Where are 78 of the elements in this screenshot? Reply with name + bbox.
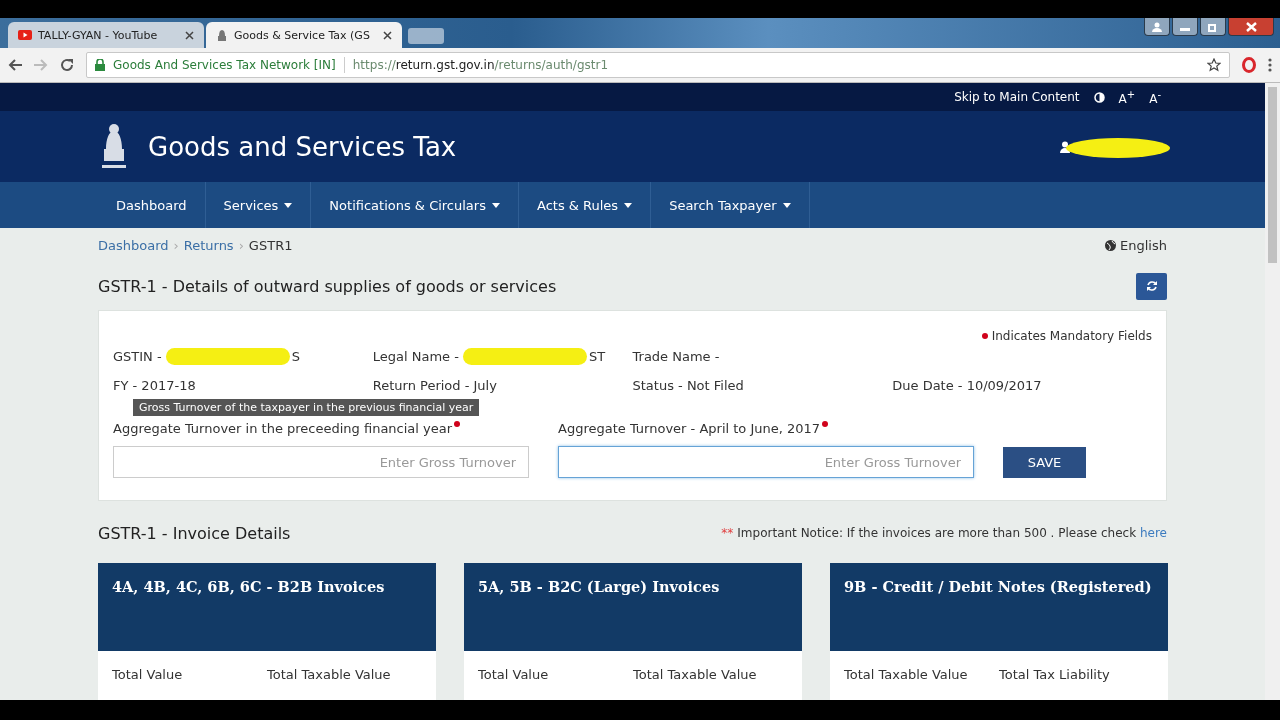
back-icon[interactable]: [8, 59, 22, 71]
font-increase-button[interactable]: A$^{+}$: [1118, 88, 1136, 106]
detail-text: S: [291, 349, 300, 364]
page-title: GSTR-1 - Details of outward supplies of goods or services: [98, 276, 557, 296]
skip-link[interactable]: Skip to Main Content: [954, 90, 1080, 104]
restore-icon: [1208, 21, 1218, 32]
column-label: Total Taxable Value: [267, 667, 392, 682]
column-label: Total Taxable Value: [844, 667, 969, 682]
close-icon: [1245, 21, 1257, 32]
field-label: Aggregate Turnover - April to June, 2017: [558, 421, 821, 436]
nav-item[interactable]: Services: [205, 182, 312, 228]
nav-item[interactable]: Acts & Rules: [518, 182, 652, 228]
card-title: 5A, 5B - B2C (Large) Invoices: [464, 563, 802, 651]
contrast-icon[interactable]: [1093, 91, 1105, 103]
globe-icon: [1105, 239, 1117, 251]
turnover-field[interactable]: Enter Gross Turnover: [558, 446, 974, 478]
user-button[interactable]: [1144, 18, 1170, 36]
refresh-icon: [1145, 280, 1158, 292]
nav-item[interactable]: Search Taxpayer: [651, 182, 810, 228]
detail-text: Status - Not Filed: [632, 378, 744, 393]
card-title: 9B - Credit / Debit Notes (Registered): [830, 563, 1168, 651]
close-button[interactable]: [1228, 18, 1274, 36]
required-dot: [454, 421, 461, 427]
turnover-field[interactable]: Enter Gross Turnover: [113, 446, 529, 478]
minimize-icon: [1180, 28, 1190, 31]
column-label: Total Value: [112, 667, 184, 682]
detail-text: Due Date - 10/09/2017: [892, 378, 1042, 393]
emblem-icon: [216, 29, 228, 41]
notice-text: ** Important Notice: If the invoices are more than 500 . Please check here: [721, 526, 1167, 540]
close-icon[interactable]: [383, 30, 392, 40]
tooltip: Gross Turnover of the taxpayer in the previous financial year: [133, 399, 480, 416]
reload-icon[interactable]: [60, 58, 74, 72]
required-dot: [822, 421, 829, 427]
lock-icon: [95, 59, 105, 71]
opera-icon[interactable]: [1242, 57, 1256, 73]
site-title: Goods and Services Tax: [148, 131, 458, 162]
refresh-button[interactable]: [1136, 272, 1167, 300]
card-title: 4A, 4B, 4C, 6B, 6C - B2B Invoices: [98, 563, 436, 651]
field-label: Aggregate Turnover in the preceeding financial year: [113, 421, 453, 436]
breadcrumb-separator: ›: [238, 237, 244, 253]
invoice-card[interactable]: 5A, 5B - B2C (Large) Invoices Total Value Total Taxable Value: [464, 563, 802, 700]
browser-tab[interactable]: TALLY-GYAN - YouTube: [8, 22, 204, 48]
user-icon: [1060, 140, 1070, 153]
restore-button[interactable]: [1200, 18, 1226, 36]
url-text: https://return.gst.gov.in/returns/auth/gstr1: [352, 58, 610, 72]
address-bar[interactable]: Goods And Services Tax Network [IN] https://return.gst.gov.in/returns/auth/gstr1: [86, 52, 1230, 78]
invoice-card[interactable]: 4A, 4B, 4C, 6B, 6C - B2B Invoices Total Value Total Taxable Value: [98, 563, 436, 700]
nav-item[interactable]: Notifications & Circulars: [311, 182, 519, 228]
menu-icon[interactable]: [1268, 58, 1272, 72]
browser-tab[interactable]: Goods & Service Tax (GS: [206, 22, 402, 48]
breadcrumb-link[interactable]: Dashboard: [98, 237, 169, 253]
nav-item[interactable]: Dashboard: [98, 182, 206, 228]
here-link[interactable]: here: [1139, 526, 1167, 540]
detail-text: GSTIN -: [113, 349, 162, 364]
language-selector[interactable]: English: [1105, 237, 1167, 253]
detail-text: Return Period - July: [372, 378, 497, 393]
column-label: Total Tax Liability: [999, 667, 1111, 682]
detail-text: Legal Name -: [372, 349, 459, 364]
detail-text: FY - 2017-18: [113, 378, 196, 393]
invoice-card[interactable]: 9B - Credit / Debit Notes (Registered) Total Taxable Value Total Tax Liability: [830, 563, 1168, 700]
font-decrease-button[interactable]: A$^{-}$: [1149, 88, 1161, 106]
detail-text: ST: [588, 349, 606, 364]
column-label: Total Value: [478, 667, 550, 682]
scrollbar[interactable]: [1265, 83, 1280, 700]
site-identity: Goods And Services Tax Network [IN]: [113, 58, 336, 72]
close-icon[interactable]: [185, 30, 194, 40]
column-label: Total Taxable Value: [633, 667, 758, 682]
minimize-button[interactable]: [1172, 18, 1198, 36]
save-button[interactable]: SAVE: [1003, 447, 1086, 478]
detail-text: Trade Name -: [632, 349, 720, 364]
breadcrumb-link[interactable]: Returns: [183, 237, 234, 253]
play-icon: [18, 30, 32, 40]
star-icon[interactable]: [1207, 58, 1221, 72]
mandatory-note: Indicates Mandatory Fields: [991, 329, 1152, 343]
section-title: GSTR-1 - Invoice Details: [98, 523, 291, 543]
required-dot: [981, 333, 988, 339]
user-icon: [1152, 21, 1162, 32]
breadcrumb-separator: ›: [173, 237, 179, 253]
